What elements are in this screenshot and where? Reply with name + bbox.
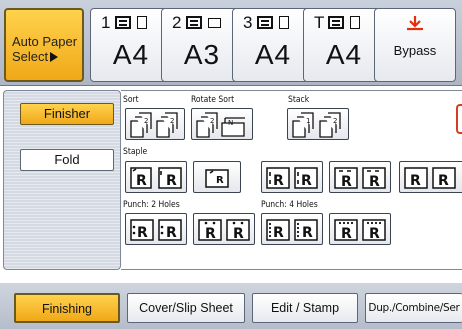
paper-stack-icon xyxy=(115,16,131,29)
staple-two-right-button[interactable]: RR xyxy=(399,161,462,193)
staple-two-left-icon: RR xyxy=(266,167,318,189)
svg-text:R: R xyxy=(301,173,312,189)
punch-4-left-button[interactable]: RR xyxy=(261,213,323,245)
finisher-options: Sort Rotate Sort Stack 22 2N 1 2 Staple … xyxy=(121,90,462,270)
paper-orientation-icon xyxy=(208,18,221,28)
svg-text:R: R xyxy=(302,225,313,241)
paper-orientation-icon xyxy=(137,16,147,29)
bypass-button[interactable]: Bypass xyxy=(374,8,456,82)
punch-4-top-icon: RR xyxy=(334,219,386,242)
tray-paper-size: A4 xyxy=(112,39,150,70)
svg-text:R: R xyxy=(369,226,380,242)
paper-stack-icon xyxy=(186,16,202,29)
svg-text:R: R xyxy=(273,173,284,189)
tray-3-button[interactable]: 3 A4 xyxy=(232,8,314,82)
staple-top-left-icon: RR xyxy=(130,167,182,189)
tray-paper-size: A4 xyxy=(254,39,292,70)
svg-text:R: R xyxy=(166,225,177,241)
finishing-panel: Finisher Fold Sort Rotate Sort Stack 22 xyxy=(0,86,462,329)
auto-paper-select-button[interactable]: Auto Paper Select xyxy=(4,8,84,82)
tray-paper-size: A4 xyxy=(325,39,363,70)
svg-text:2: 2 xyxy=(333,117,337,125)
stack-label: Stack xyxy=(288,95,310,105)
svg-text:R: R xyxy=(205,226,216,242)
svg-text:2: 2 xyxy=(170,117,174,125)
rotate-sort-option-button[interactable]: 2N xyxy=(191,108,253,140)
punch-2-left-button[interactable]: RR xyxy=(125,213,187,245)
tray-2-button[interactable]: 2 A3 xyxy=(161,8,243,82)
stack-option-button[interactable]: 12 xyxy=(287,108,349,140)
svg-text:1: 1 xyxy=(306,117,310,125)
staple-top-right-icon: R xyxy=(205,169,229,188)
tab-cover-slip-sheet[interactable]: Cover/Slip Sheet xyxy=(127,293,245,323)
tray-t-button[interactable]: T A4 xyxy=(303,8,385,82)
tray-1-button[interactable]: 1 A4 xyxy=(90,8,172,82)
punch-2-top-icon: RR xyxy=(198,219,250,242)
paper-orientation-icon xyxy=(279,16,289,29)
bypass-arrow-icon xyxy=(407,16,423,31)
finishing-category-panel: Finisher Fold xyxy=(3,90,121,270)
punch-2-left-icon: RR xyxy=(130,219,182,241)
staple-top-left-button[interactable]: RR xyxy=(125,161,187,193)
play-arrow-icon xyxy=(50,52,59,62)
auto-paper-line2: Select xyxy=(12,49,49,64)
svg-text:R: R xyxy=(136,173,147,189)
staple-two-right-icon: RR xyxy=(404,167,456,189)
svg-text:R: R xyxy=(166,173,177,189)
paper-orientation-icon xyxy=(350,16,360,29)
tab-dup-combine-series[interactable]: Dup./Combine/Ser xyxy=(365,293,462,323)
svg-text:R: R xyxy=(438,173,449,189)
svg-text:R: R xyxy=(341,174,352,190)
function-tabs: Finishing Cover/Slip Sheet Edit / Stamp … xyxy=(0,283,462,329)
staple-two-left-button[interactable]: RR xyxy=(261,161,323,193)
rotate-sort-label: Rotate Sort xyxy=(191,95,235,105)
svg-text:2: 2 xyxy=(210,117,214,125)
punch-4-top-button[interactable]: RR xyxy=(329,213,391,245)
punch-2-holes-label: Punch: 2 Holes xyxy=(123,200,180,210)
tray-number: 2 xyxy=(172,13,182,32)
staple-top-right-button[interactable]: R xyxy=(193,161,241,193)
scroll-indicator xyxy=(456,104,462,134)
tray-number: T xyxy=(314,13,325,32)
staple-label: Staple xyxy=(123,147,148,157)
fold-category-button[interactable]: Fold xyxy=(20,149,114,171)
svg-text:N: N xyxy=(228,119,233,127)
stack-icon: 12 xyxy=(292,112,341,138)
svg-text:R: R xyxy=(273,225,284,241)
tab-edit-stamp[interactable]: Edit / Stamp xyxy=(252,293,358,323)
paper-stack-icon xyxy=(257,16,273,29)
bypass-label: Bypass xyxy=(393,43,437,58)
punch-4-holes-label: Punch: 4 Holes xyxy=(261,200,318,210)
tab-finishing[interactable]: Finishing xyxy=(14,293,120,323)
rotate-sort-icon: 2N xyxy=(196,112,245,138)
tray-number: 1 xyxy=(101,13,111,32)
tray-number: 3 xyxy=(243,13,253,32)
svg-text:R: R xyxy=(137,225,148,241)
sort-label: Sort xyxy=(123,95,139,105)
svg-text:2: 2 xyxy=(144,117,148,125)
sort-icon: 22 xyxy=(130,112,178,138)
svg-text:R: R xyxy=(341,226,352,242)
finisher-category-button[interactable]: Finisher xyxy=(20,103,114,125)
paper-stack-icon xyxy=(328,16,344,29)
svg-text:R: R xyxy=(369,174,380,190)
auto-paper-line1: Auto Paper xyxy=(12,34,78,49)
svg-text:R: R xyxy=(233,226,244,242)
tray-paper-size: A3 xyxy=(183,39,221,70)
staple-two-top-button[interactable]: RR xyxy=(329,161,391,193)
staple-two-top-icon: RR xyxy=(334,167,386,190)
punch-2-top-button[interactable]: RR xyxy=(193,213,255,245)
svg-text:R: R xyxy=(410,173,421,189)
svg-text:R: R xyxy=(216,175,224,186)
paper-tray-bar: Auto Paper Select 1 A4 2 A3 3 A4 T A4 By… xyxy=(0,0,462,86)
sort-option-button[interactable]: 22 xyxy=(125,108,185,140)
punch-4-left-icon: RR xyxy=(266,219,318,241)
